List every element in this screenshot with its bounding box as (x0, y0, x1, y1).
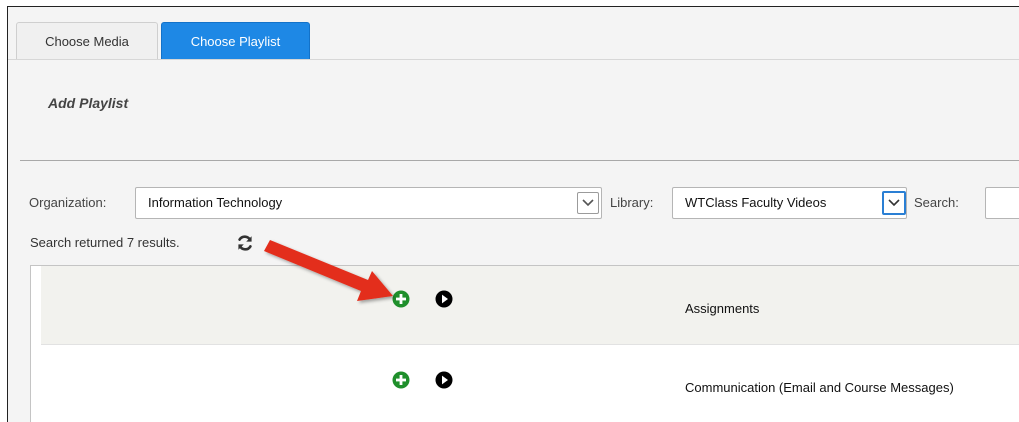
library-label: Library: (610, 195, 654, 210)
add-to-playlist-icon[interactable] (392, 290, 410, 308)
add-to-playlist-icon[interactable] (392, 371, 410, 389)
list-item[interactable]: Assignments (41, 266, 1019, 344)
library-dropdown-button[interactable] (882, 191, 906, 215)
list-item[interactable]: Communication (Email and Course Messages… (41, 344, 1019, 422)
section-divider (20, 160, 1019, 161)
results-list: Assignments Communication (Email and Cou… (30, 265, 1019, 422)
tab-panel-border (8, 59, 1019, 60)
library-select[interactable]: WTClass Faculty Videos (672, 187, 907, 219)
tab-choose-media[interactable]: Choose Media (16, 22, 158, 59)
add-playlist-link[interactable]: Add Playlist (48, 95, 128, 111)
chevron-down-icon (888, 199, 900, 207)
search-input[interactable] (985, 187, 1019, 219)
chevron-down-icon (582, 199, 594, 207)
playlist-window: Choose Media Choose Playlist Add Playlis… (7, 6, 1019, 422)
organization-label: Organization: (29, 195, 107, 210)
refresh-icon[interactable] (236, 234, 254, 252)
tab-choose-playlist[interactable]: Choose Playlist (161, 22, 310, 59)
tab-bar: Choose Media Choose Playlist (8, 7, 1019, 59)
result-title[interactable]: Communication (Email and Course Messages… (685, 380, 954, 395)
results-status: Search returned 7 results. (30, 235, 180, 250)
play-icon[interactable] (435, 290, 453, 308)
organization-select[interactable]: Information Technology (135, 187, 602, 219)
play-icon[interactable] (435, 371, 453, 389)
result-title[interactable]: Assignments (685, 301, 759, 316)
search-label: Search: (914, 195, 959, 210)
organization-dropdown-button[interactable] (577, 192, 599, 214)
